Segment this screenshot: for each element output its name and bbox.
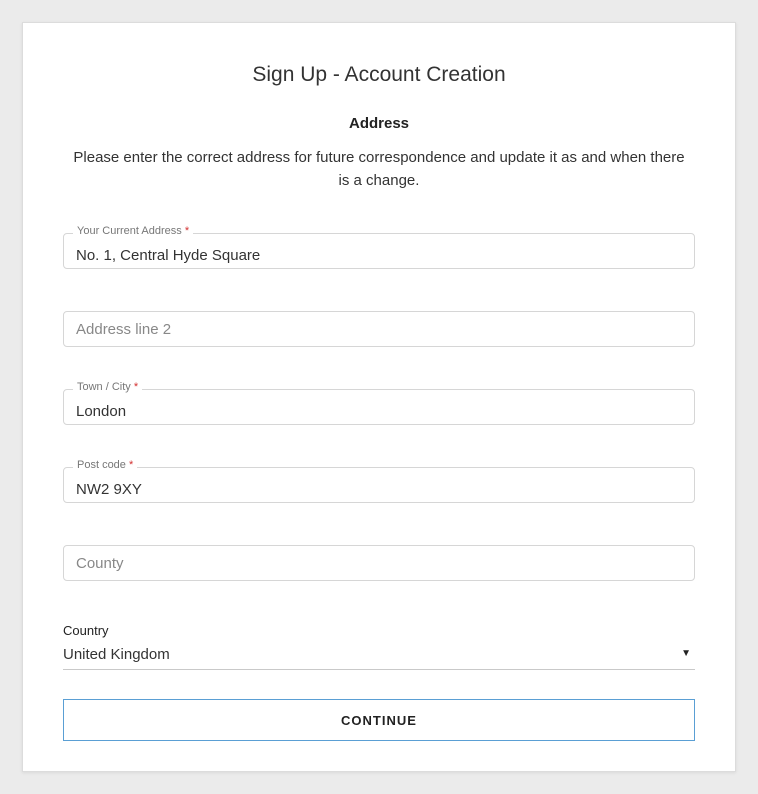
required-marker: * — [129, 459, 133, 471]
country-select[interactable]: United Kingdom ▼ — [63, 646, 695, 670]
country-field: Country United Kingdom ▼ — [63, 623, 695, 670]
signup-card: Sign Up - Account Creation Address Pleas… — [22, 22, 736, 772]
address-line-1-input[interactable] — [63, 233, 695, 269]
address-line-2-input[interactable] — [63, 311, 695, 347]
section-heading: Address — [63, 115, 695, 132]
address-line-1-field: Your Current Address * — [63, 233, 695, 269]
town-city-field: Town / City * — [63, 389, 695, 425]
label-text: Post code — [77, 459, 126, 471]
required-marker: * — [134, 381, 138, 393]
continue-button[interactable]: CONTINUE — [63, 699, 695, 741]
postcode-input[interactable] — [63, 467, 695, 503]
postcode-field: Post code * — [63, 467, 695, 503]
county-field — [63, 545, 695, 581]
label-text: Town / City — [77, 381, 131, 393]
postcode-label: Post code * — [73, 459, 137, 471]
county-input[interactable] — [63, 545, 695, 581]
town-city-label: Town / City * — [73, 381, 142, 393]
address-line-1-label: Your Current Address * — [73, 225, 193, 237]
section-description: Please enter the correct address for fut… — [63, 146, 695, 193]
label-text: Your Current Address — [77, 225, 182, 237]
town-city-input[interactable] — [63, 389, 695, 425]
country-value: United Kingdom — [63, 646, 695, 663]
country-label: Country — [63, 623, 695, 638]
page-title: Sign Up - Account Creation — [63, 63, 695, 87]
address-line-2-field — [63, 311, 695, 347]
required-marker: * — [185, 225, 189, 237]
